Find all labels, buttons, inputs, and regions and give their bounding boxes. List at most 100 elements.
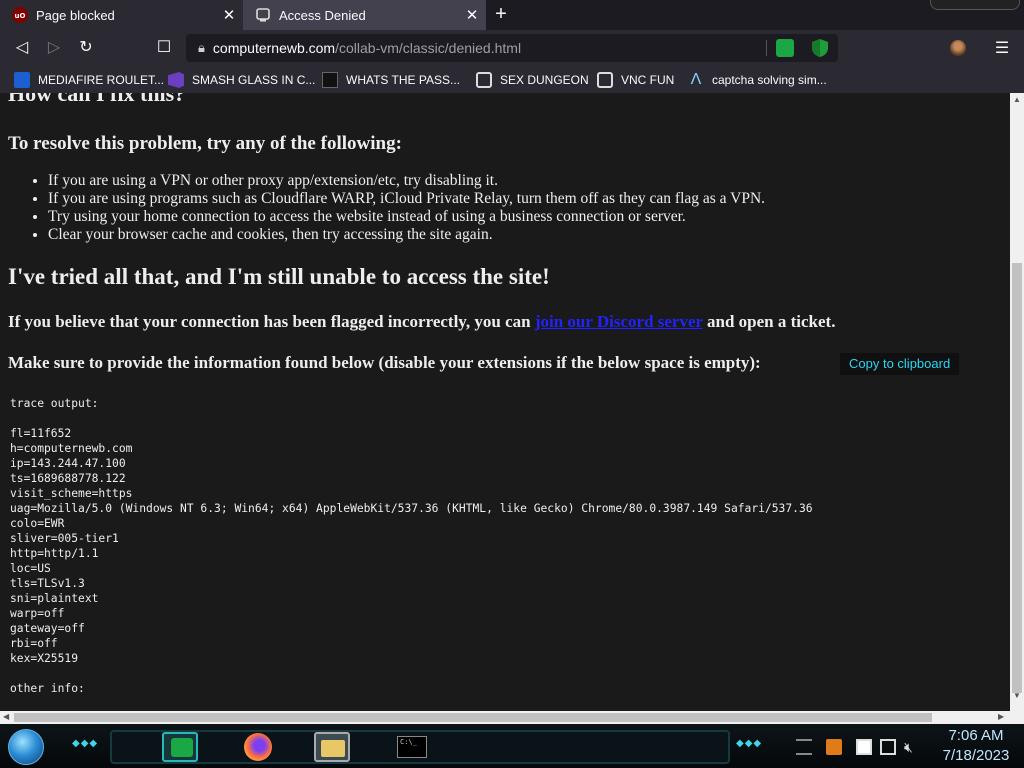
decoration: ◆◆◆ bbox=[72, 738, 99, 749]
trace-line: h=computernewb.com bbox=[10, 442, 133, 455]
close-tab-icon[interactable]: ✕ bbox=[464, 6, 480, 24]
command-prompt-icon[interactable]: C:\_ bbox=[394, 732, 430, 762]
java-icon[interactable] bbox=[826, 739, 842, 755]
bookmark-mediafire[interactable]: MEDIAFIRE ROULET... bbox=[14, 70, 164, 90]
trace-output[interactable]: trace output: fl=11f652 h=computernewb.co… bbox=[10, 396, 813, 696]
show-hidden-icons-icon[interactable] bbox=[796, 739, 812, 755]
scroll-down-icon[interactable]: ▼ bbox=[1013, 691, 1021, 700]
trace-line: http=http/1.1 bbox=[10, 547, 99, 560]
believe-text-end: and open a ticket. bbox=[702, 312, 836, 331]
trace-line: kex=X25519 bbox=[10, 652, 79, 665]
believe-text: If you believe that your connection has … bbox=[8, 312, 535, 331]
decoration: ◆◆◆ bbox=[736, 738, 763, 749]
notes-app-icon[interactable] bbox=[162, 732, 198, 762]
horizontal-scrollbar[interactable]: ◀ ▶ bbox=[0, 711, 1010, 724]
scroll-up-icon[interactable]: ▲ bbox=[1013, 95, 1021, 104]
copy-to-clipboard-button[interactable]: Copy to clipboard bbox=[840, 353, 960, 375]
url-host: computernewb.com bbox=[212, 40, 336, 56]
provide-paragraph: Make sure to provide the information fou… bbox=[8, 353, 761, 372]
tab-access-denied[interactable]: Access Denied ✕ bbox=[243, 0, 486, 30]
new-tab-button[interactable]: + bbox=[490, 4, 512, 26]
vs-icon bbox=[168, 72, 184, 88]
cmd-text: C:\_ bbox=[397, 736, 427, 758]
scroll-left-icon[interactable]: ◀ bbox=[3, 712, 9, 721]
volume-muted-icon[interactable]: 🔇︎ bbox=[904, 739, 920, 755]
trace-line: ip=143.244.47.100 bbox=[10, 457, 126, 470]
start-button[interactable] bbox=[8, 729, 44, 765]
bookmark-star-icon[interactable]: ☐ bbox=[152, 36, 176, 60]
list-item: If you are using programs such as Cloudf… bbox=[48, 190, 765, 208]
divider bbox=[766, 40, 767, 56]
trace-line: tls=TLSv1.3 bbox=[10, 577, 85, 590]
trace-line: sliver=005-tier1 bbox=[10, 532, 119, 545]
bookmark-label: MEDIAFIRE ROULET... bbox=[38, 73, 165, 87]
trace-line bbox=[10, 411, 813, 426]
discord-link[interactable]: join our Discord server bbox=[535, 312, 703, 331]
clock-time[interactable]: 7:06 AM bbox=[934, 727, 1018, 744]
bookmark-label: SEX DUNGEON bbox=[500, 73, 589, 87]
notes-extension-icon[interactable] bbox=[776, 39, 794, 57]
page-content: How can I fix this? To resolve this prob… bbox=[0, 93, 1010, 711]
menu-icon[interactable]: ☰ bbox=[994, 38, 1010, 58]
trace-line: colo=EWR bbox=[10, 517, 65, 530]
action-center-flag-icon[interactable] bbox=[856, 739, 872, 755]
bookmark-captcha[interactable]: Λ captcha solving sim... bbox=[688, 70, 827, 90]
mediafire-icon bbox=[14, 72, 30, 88]
bookmark-label: SMASH GLASS IN C... bbox=[192, 73, 316, 87]
trace-line: loc=US bbox=[10, 562, 51, 575]
close-tab-icon[interactable]: ✕ bbox=[221, 6, 237, 24]
vertical-scrollbar[interactable]: ▲ ▼ bbox=[1010, 93, 1024, 711]
bookmark-label: VNC FUN bbox=[621, 73, 675, 87]
bookmark-label: captcha solving sim... bbox=[712, 73, 827, 87]
collabvm-icon bbox=[256, 8, 270, 22]
bookmark-smash-glass[interactable]: SMASH GLASS IN C... bbox=[168, 70, 315, 90]
scrollbar-thumb[interactable] bbox=[1012, 263, 1022, 693]
tab-page-blocked[interactable]: uO Page blocked ✕ bbox=[0, 0, 243, 30]
ublock-origin-icon: uO bbox=[12, 7, 28, 23]
taskbar: ◆◆◆ C:\_ ◆◆◆ 🔇︎ 7:06 AM 7/18/2023 bbox=[0, 724, 1024, 768]
resolve-heading: To resolve this problem, try any of the … bbox=[8, 133, 402, 154]
scroll-right-icon[interactable]: ▶ bbox=[998, 712, 1004, 721]
caret-icon: Λ bbox=[690, 71, 702, 88]
scrollbar-thumb[interactable] bbox=[14, 713, 932, 722]
trace-line: fl=11f652 bbox=[10, 427, 72, 440]
list-item: Clear your browser cache and cookies, th… bbox=[48, 226, 765, 244]
collabvm-icon bbox=[476, 72, 492, 88]
forward-button[interactable]: ▷ bbox=[42, 36, 66, 60]
account-avatar[interactable] bbox=[950, 40, 966, 56]
bookmark-sex-dungeon[interactable]: SEX DUNGEON bbox=[476, 70, 589, 90]
collabvm-icon bbox=[597, 72, 613, 88]
svg-text:uO: uO bbox=[15, 12, 26, 20]
tab-title: Page blocked bbox=[36, 7, 115, 23]
scrollbar-corner bbox=[1010, 711, 1024, 724]
firefox-icon[interactable] bbox=[240, 732, 276, 762]
url-path: /collab-vm/classic/denied.html bbox=[335, 40, 522, 56]
trace-line: trace output: bbox=[10, 397, 99, 410]
trace-line: uag=Mozilla/5.0 (Windows NT 6.3; Win64; … bbox=[10, 502, 813, 515]
clock-date[interactable]: 7/18/2023 bbox=[934, 747, 1018, 764]
bookmark-label: WHATS THE PASS... bbox=[346, 73, 461, 87]
address-bar[interactable]: 🔒︎ computernewb.com/collab-vm/classic/de… bbox=[186, 34, 838, 62]
bookmarks-toolbar: MEDIAFIRE ROULET... SMASH GLASS IN C... … bbox=[0, 66, 1024, 93]
lock-icon[interactable]: 🔒︎ bbox=[198, 40, 205, 56]
network-icon[interactable] bbox=[880, 739, 896, 755]
file-explorer-icon[interactable] bbox=[314, 732, 350, 762]
trace-line bbox=[10, 666, 813, 681]
bookmark-vnc-fun[interactable]: VNC FUN bbox=[597, 70, 674, 90]
list-item: Try using your home connection to access… bbox=[48, 208, 765, 226]
trace-line: warp=off bbox=[10, 607, 65, 620]
trace-line: visit_scheme=https bbox=[10, 487, 133, 500]
list-item: If you are using a VPN or other proxy ap… bbox=[48, 172, 765, 190]
believe-paragraph: If you believe that your connection has … bbox=[8, 312, 835, 332]
bookmark-whats-the-pass[interactable]: WHATS THE PASS... bbox=[322, 70, 460, 90]
trace-line: sni=plaintext bbox=[10, 592, 99, 605]
trace-line: ts=1689688778.122 bbox=[10, 472, 126, 485]
reload-button[interactable]: ↻ bbox=[74, 36, 98, 60]
shield-extension-icon[interactable] bbox=[812, 39, 828, 57]
tab-title: Access Denied bbox=[279, 7, 366, 23]
trace-line: rbi=off bbox=[10, 637, 58, 650]
navigation-toolbar: ◁ ▷ ↻ ☐ 🔒︎ computernewb.com/collab-vm/cl… bbox=[0, 30, 1024, 66]
tab-strip: uO Page blocked ✕ Access Denied ✕ + bbox=[0, 0, 1024, 30]
back-button[interactable]: ◁ bbox=[10, 36, 34, 60]
tried-heading: I've tried all that, and I'm still unabl… bbox=[8, 264, 550, 289]
